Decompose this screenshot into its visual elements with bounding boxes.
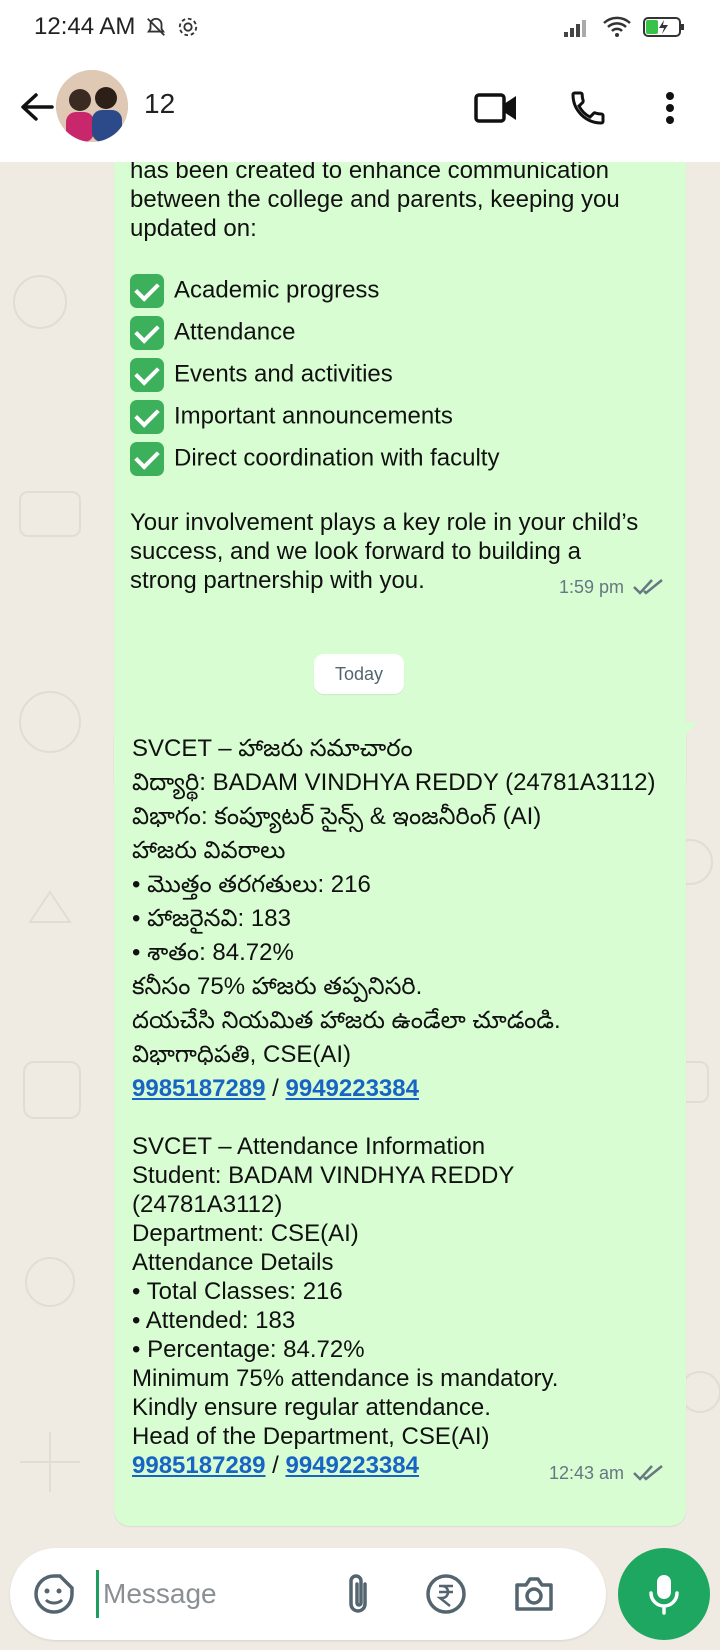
signal-icon: [564, 20, 586, 37]
message-text-line: Department: CSE(AI): [132, 1220, 359, 1247]
checklist-item: Events and activities: [130, 358, 393, 392]
voice-call-button[interactable]: [562, 82, 614, 134]
more-vertical-icon: [666, 92, 674, 124]
check-mark-icon: [130, 316, 164, 350]
check-mark-icon: [130, 442, 164, 476]
message-text-line: • శాతం: 84.72%: [132, 939, 294, 966]
camera-icon: [515, 1577, 553, 1611]
status-bar: 12:44 AM: [0, 0, 720, 54]
message-text-line: success, and we look forward to building…: [130, 538, 581, 565]
checklist-item-label: Important announcements: [174, 402, 453, 430]
message-input[interactable]: [96, 1570, 316, 1618]
message-text-line: కనీసం 75% హాజరు తప్పనిసరి.: [132, 973, 423, 1000]
message-text-line: విభాగాధిపతి, CSE(AI): [132, 1041, 352, 1068]
checklist-item: Important announcements: [130, 400, 453, 434]
message-text-line: • Percentage: 84.72%: [132, 1336, 365, 1363]
phone-link[interactable]: 9949223384: [286, 1452, 419, 1479]
message-meta: 1:59 pm: [559, 572, 666, 602]
contact-avatar[interactable]: [56, 70, 128, 142]
status-time-group: 12:44 AM: [34, 13, 199, 41]
phone-link[interactable]: 9985187289: [132, 1075, 265, 1102]
rupee-icon: [426, 1574, 466, 1614]
checklist-item-label: Direct coordination with faculty: [174, 444, 500, 472]
message-bubble-outgoing[interactable]: has been created to enhance communicatio…: [114, 162, 686, 794]
checklist-item-label: Academic progress: [174, 276, 380, 304]
message-text-line: • Attended: 183: [132, 1307, 296, 1334]
phone-separator: /: [272, 1075, 279, 1102]
message-meta: 12:43 am: [549, 1458, 666, 1488]
check-mark-icon: [130, 358, 164, 392]
message-text-line: Kindly ensure regular attendance.: [132, 1394, 491, 1421]
message-text-line: (24781A3112): [132, 1191, 283, 1218]
arrow-left-icon: [21, 93, 54, 121]
message-time: 12:43 am: [548, 1463, 624, 1483]
checklist-item-label: Events and activities: [174, 360, 393, 388]
message-text-line: • మొత్తం తరగతులు: 216: [132, 871, 371, 898]
message-time: 1:59 pm: [558, 577, 624, 597]
microphone-icon: [649, 1575, 679, 1615]
chat-header: 12: [0, 54, 720, 162]
message-text-line: Attendance Details: [132, 1249, 334, 1276]
phone-links: 9985187289 / 9949223384: [132, 1451, 419, 1481]
message-text-line: SVCET – Attendance Information: [132, 1133, 486, 1160]
sticker-smiley-icon: [34, 1574, 74, 1614]
message-bubble-outgoing[interactable]: SVCET – హాజరు సమాచారం విద్యార్థి: BADAM …: [114, 722, 698, 1526]
check-mark-icon: [130, 274, 164, 308]
phone-separator: /: [272, 1452, 279, 1479]
message-text-line: విద్యార్థి: BADAM VINDHYA REDDY (24781A3…: [132, 769, 656, 796]
payment-button[interactable]: [422, 1570, 470, 1618]
message-text-line: updated on:: [130, 215, 257, 242]
message-text-line: హాజరు వివరాలు: [132, 837, 286, 864]
paperclip-icon: [349, 1574, 367, 1613]
sticker-button[interactable]: [30, 1570, 78, 1618]
voice-message-button[interactable]: [618, 1548, 710, 1640]
message-text-line: • Total Classes: 216: [132, 1278, 343, 1305]
checklist-item: Direct coordination with faculty: [130, 442, 499, 476]
message-text-line: Student: BADAM VINDHYA REDDY: [132, 1162, 515, 1189]
bell-off-icon: [147, 17, 166, 36]
wifi-icon: [603, 16, 631, 37]
status-icons: [562, 15, 686, 39]
video-camera-icon: [474, 93, 516, 123]
checklist-item: Attendance: [130, 316, 295, 350]
message-text-line: strong partnership with you.: [130, 567, 425, 594]
camera-button[interactable]: [510, 1570, 558, 1618]
contact-name[interactable]: 12: [144, 88, 175, 120]
message-text-line: SVCET – హాజరు సమాచారం: [132, 735, 413, 762]
message-text-line: దయచేసి నియమిత హాజరు ఉండేలా చూడండి.: [132, 1007, 561, 1034]
back-button[interactable]: [14, 84, 60, 130]
message-text-line: • హాజరైనవి: 183: [132, 905, 291, 932]
phone-links: 9985187289 / 9949223384: [132, 1074, 419, 1104]
checklist-item-label: Attendance: [174, 318, 296, 346]
chat-area[interactable]: has been created to enhance communicatio…: [0, 162, 720, 1547]
battery-charging-icon: [643, 17, 684, 37]
video-call-button[interactable]: [470, 82, 522, 134]
message-text-line: Minimum 75% attendance is mandatory.: [132, 1365, 559, 1392]
message-text-line: Head of the Department, CSE(AI): [132, 1423, 490, 1450]
message-text-line: has been created to enhance communicatio…: [130, 162, 609, 184]
double-check-read-icon: [633, 1465, 663, 1481]
message-text-line: between the college and parents, keeping…: [130, 186, 620, 213]
double-check-read-icon: [633, 579, 663, 595]
check-mark-icon: [130, 400, 164, 434]
avatar-photo-icon: [56, 70, 128, 142]
settings-gear-icon: [179, 17, 198, 37]
phone-link[interactable]: 9949223384: [286, 1075, 419, 1102]
phone-link[interactable]: 9985187289: [132, 1452, 265, 1479]
checklist-item: Academic progress: [130, 274, 379, 308]
more-options-button[interactable]: [650, 82, 690, 134]
phone-icon: [571, 91, 605, 125]
date-chip: Today: [314, 654, 404, 694]
status-time: 12:44 AM: [34, 13, 136, 40]
message-text-line: Your involvement plays a key role in you…: [130, 509, 639, 536]
attach-button[interactable]: [334, 1570, 382, 1618]
message-composer: [10, 1548, 606, 1640]
message-text-line: విభాగం: కంప్యూటర్ సైన్స్ & ఇంజనీరింగ్ (A…: [132, 803, 542, 830]
